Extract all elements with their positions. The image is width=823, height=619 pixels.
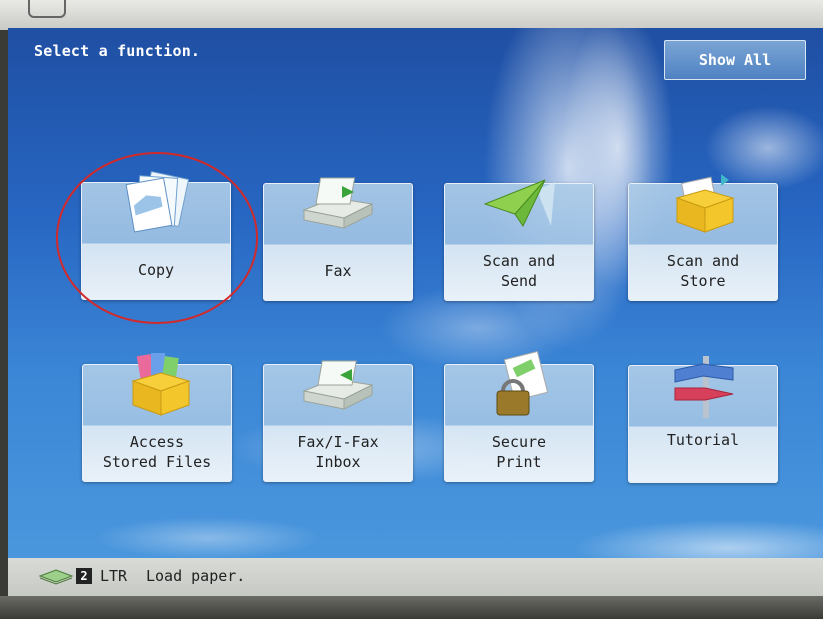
device-bezel-bottom	[0, 596, 823, 619]
page-title: Select a function.	[34, 42, 201, 60]
fax-icon	[264, 170, 412, 240]
secure-print-icon	[445, 350, 593, 421]
scan-store-icon	[629, 170, 777, 240]
scan-and-store-label: Scan and Store	[666, 252, 740, 290]
scan-and-store-button[interactable]: Scan and Store	[628, 174, 778, 301]
access-stored-files-label: Access Stored Files	[102, 433, 212, 471]
scan-send-icon	[445, 170, 593, 240]
brand-logo	[28, 0, 66, 18]
scan-and-send-button[interactable]: Scan and Send	[444, 179, 594, 301]
fax-label: Fax	[324, 262, 352, 280]
fax-button[interactable]: Fax	[263, 177, 413, 301]
device-bezel-top	[0, 0, 823, 30]
copy-highlight-circle	[56, 152, 258, 324]
tutorial-button[interactable]: Tutorial	[628, 356, 778, 483]
paper-size: LTR	[100, 567, 128, 585]
touch-screen: Select a function. Show All Copy Fax Sca…	[8, 28, 823, 558]
status-message: Load paper.	[146, 567, 246, 585]
tutorial-label: Tutorial	[666, 431, 740, 449]
scan-and-send-label: Scan and Send	[482, 252, 556, 290]
fax-i-fax-inbox-label: Fax/I-Fax Inbox	[297, 433, 379, 471]
tray-number: 2	[76, 568, 92, 584]
show-all-button[interactable]: Show All	[664, 40, 806, 80]
fax-i-fax-inbox-button[interactable]: Fax/I-Fax Inbox	[263, 360, 413, 482]
paper-tray-icon	[38, 566, 74, 586]
access-stored-files-button[interactable]: Access Stored Files	[82, 353, 232, 482]
status-bar: 2 LTR Load paper.	[8, 558, 823, 596]
fax-inbox-icon	[264, 351, 412, 421]
secure-print-label: Secure Print	[491, 433, 547, 471]
stored-files-icon	[83, 351, 231, 421]
secure-print-button[interactable]: Secure Print	[444, 350, 594, 482]
